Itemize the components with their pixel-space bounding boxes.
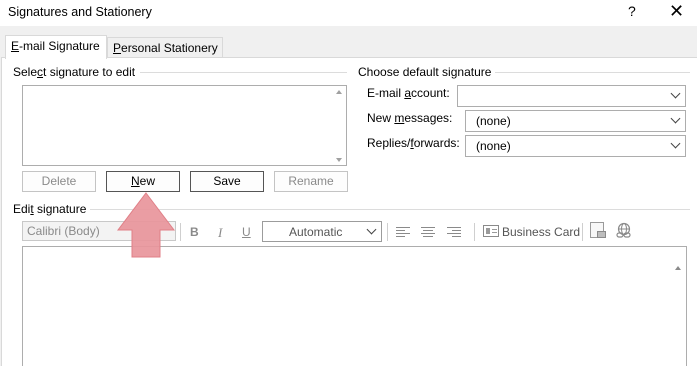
business-card-icon[interactable] [483,225,499,237]
group-divider [494,72,690,73]
new-button[interactable]: New [106,171,180,192]
tab-email-signature[interactable]: E-mail Signature [5,35,107,59]
signature-list-scrollbar[interactable] [333,86,346,165]
replies-forwards-label: Replies/forwards: [367,136,460,150]
save-button[interactable]: Save [190,171,264,192]
scroll-up-icon[interactable] [336,90,342,94]
bold-button[interactable]: B [190,225,199,239]
align-center-icon[interactable] [421,227,435,238]
new-messages-select[interactable]: (none) [465,110,686,132]
default-signature-label: Choose default signature [358,65,496,79]
annotation-arrow-icon [116,192,176,258]
email-account-select[interactable] [457,85,686,107]
new-messages-value: (none) [476,114,511,128]
email-account-label: E-mail account: [367,86,450,100]
close-icon[interactable]: ✕ [669,1,684,22]
tab-accel: E [11,39,20,53]
toolbar-separator [180,223,181,241]
tab-personal-stationery[interactable]: Personal Stationery [107,37,223,59]
rename-button[interactable]: Rename [274,171,348,192]
insert-picture-icon[interactable] [590,222,606,238]
delete-button[interactable]: Delete [22,171,96,192]
editor-scrollbar[interactable] [671,247,686,366]
italic-button[interactable]: I [218,225,222,241]
select-signature-label: Select signature to edit [13,65,140,79]
align-right-icon[interactable] [447,227,461,238]
group-divider [90,209,690,210]
scroll-up-icon[interactable] [675,266,681,270]
new-messages-label: New messages: [367,111,453,125]
business-card-button[interactable]: Business Card [502,225,580,239]
toolbar-separator [582,223,583,241]
tab-label: -mail Signature [19,39,100,53]
toolbar-separator [387,223,388,241]
signature-list[interactable] [22,85,347,166]
tab-accel: P [113,41,122,55]
group-divider [140,72,347,73]
font-color-select[interactable]: Automatic [262,221,382,242]
tab-label: ersonal Stationery [121,41,218,55]
align-left-icon[interactable] [396,227,410,238]
insert-hyperlink-icon[interactable] [615,222,633,240]
window-title: Signatures and Stationery [8,5,152,19]
signature-editor[interactable] [22,246,687,366]
replies-forwards-select[interactable]: (none) [465,135,686,157]
scroll-down-icon[interactable] [336,158,342,162]
toolbar-separator [474,223,475,241]
edit-signature-label: Edit signature [13,202,91,216]
replies-forwards-value: (none) [476,139,511,153]
help-icon[interactable]: ? [628,3,636,19]
underline-button[interactable]: U [242,225,251,239]
